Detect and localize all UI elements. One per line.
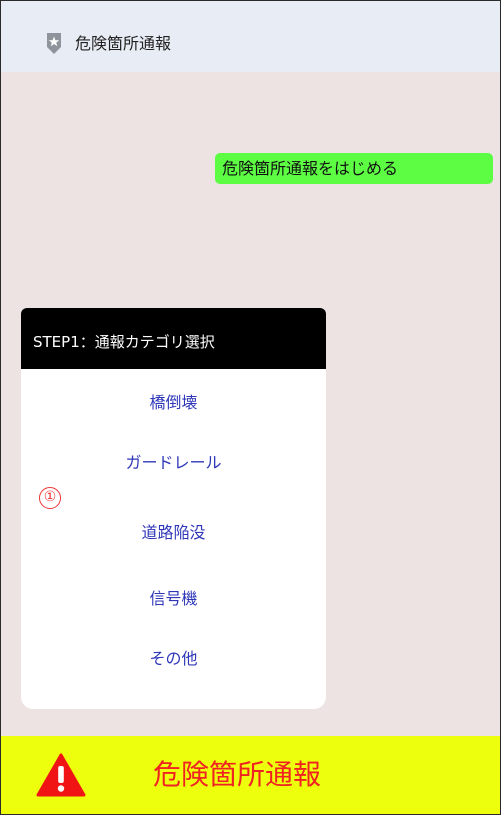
option-other[interactable]: その他: [21, 649, 326, 669]
option-traffic-signal[interactable]: 信号機: [21, 589, 326, 609]
app-screen: 危険箇所通報 危険箇所通報をはじめる STEP1：通報カテゴリ選択 橋倒壊 ガー…: [0, 0, 501, 815]
option-guardrail[interactable]: ガードレール: [21, 453, 326, 473]
header-title: 危険箇所通報: [75, 34, 172, 53]
start-report-message[interactable]: 危険箇所通報をはじめる: [215, 153, 493, 184]
category-select-card: STEP1：通報カテゴリ選択 橋倒壊 ガードレール 道路陥没 信号機 その他: [21, 308, 326, 709]
card-header: STEP1：通報カテゴリ選択: [21, 308, 326, 369]
annotation-marker: ①: [39, 487, 61, 509]
report-button[interactable]: 危険箇所通報: [1, 736, 500, 814]
option-bridge-collapse[interactable]: 橋倒壊: [21, 393, 326, 413]
warning-icon: [36, 753, 86, 797]
location-pin-icon: [47, 33, 61, 54]
report-button-label: 危険箇所通報: [153, 758, 322, 791]
option-road-cave-in[interactable]: 道路陥没: [21, 523, 326, 543]
start-report-message-text: 危険箇所通報をはじめる: [222, 159, 399, 178]
app-header: 危険箇所通報: [1, 1, 500, 72]
card-title: STEP1：通報カテゴリ選択: [33, 333, 215, 351]
